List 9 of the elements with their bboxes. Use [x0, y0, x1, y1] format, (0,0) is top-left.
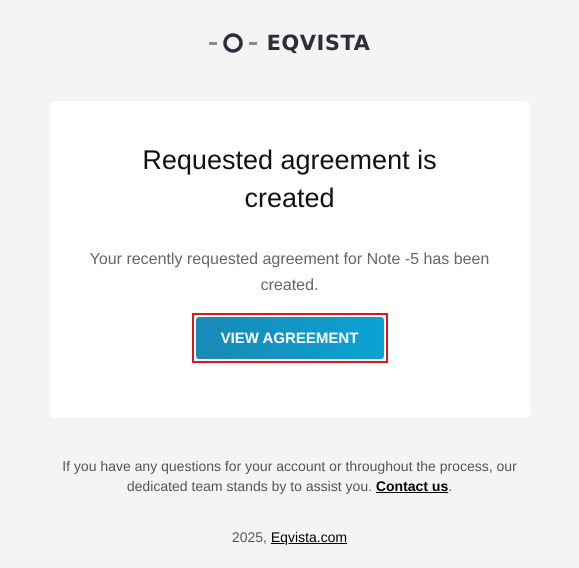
- footer-text: If you have any questions for your account or throughout the process, our dedicated team stands by to assist you. Contact us.: [61, 457, 518, 496]
- view-agreement-button[interactable]: VIEW AGREEMENT: [196, 317, 384, 359]
- contact-link[interactable]: Contact us: [376, 478, 448, 494]
- copyright-text: 2025, Eqvista.com: [232, 529, 348, 545]
- logo-icon: [208, 32, 257, 54]
- message-text: Your recently requested agreement for Note -5 has been created.: [88, 250, 490, 296]
- heading: Requested agreement is created: [141, 144, 438, 215]
- logo-text: EQVISTA: [266, 31, 370, 55]
- website-link[interactable]: Eqvista.com: [270, 529, 348, 545]
